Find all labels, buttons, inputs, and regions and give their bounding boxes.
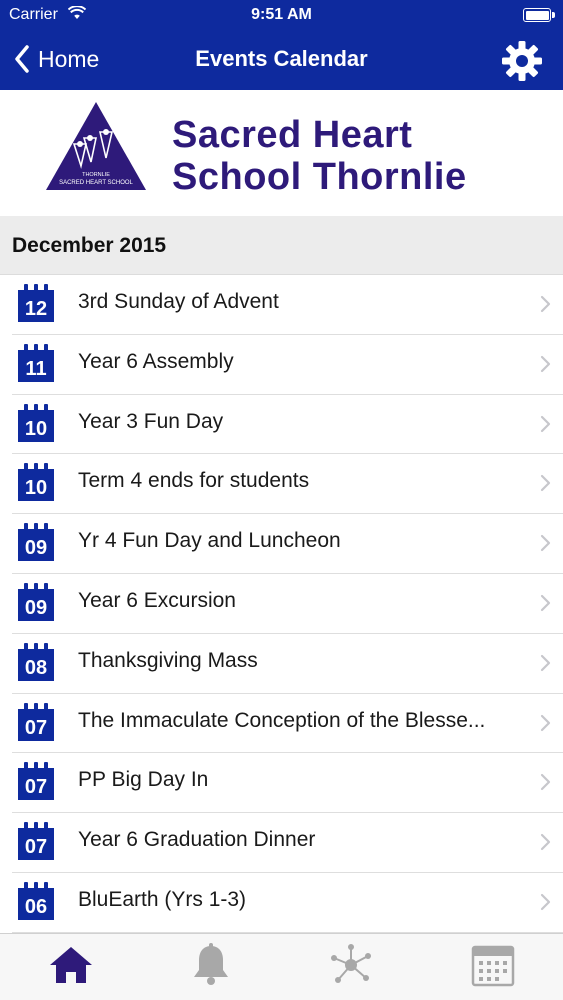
chevron-right-icon: [540, 774, 551, 791]
tab-network[interactable]: [326, 940, 376, 990]
calendar-date-icon: 10: [18, 463, 54, 502]
event-row[interactable]: 09 Year 6 Excursion: [12, 574, 563, 634]
chevron-right-icon: [540, 295, 551, 313]
status-time: 9:51 AM: [251, 6, 312, 23]
event-title: Year 6 Assembly: [78, 349, 234, 373]
bell-icon: [194, 943, 228, 985]
calendar-date-icon: 10: [18, 403, 54, 442]
chevron-right-icon: [540, 475, 551, 492]
school-banner: THORNLIE SACRED HEART SCHOOL Sacred Hear…: [0, 90, 563, 216]
event-row[interactable]: 07 Year 6 Graduation Dinner: [12, 813, 563, 873]
event-title: Thanksgiving Mass: [78, 648, 258, 672]
status-bar: Carrier 9:51 AM: [0, 0, 563, 32]
event-day: 10: [24, 477, 48, 500]
event-title: BluEarth (Yrs 1-3): [78, 887, 247, 911]
tab-calendar[interactable]: [468, 940, 518, 990]
event-day: 07: [24, 776, 48, 799]
event-row[interactable]: 07 PP Big Day In: [12, 753, 563, 814]
school-name-line2: School Thornlie: [172, 156, 467, 198]
event-row[interactable]: 09 Yr 4 Fun Day and Luncheon: [12, 514, 563, 574]
settings-button[interactable]: [501, 40, 543, 82]
event-day: 12: [24, 298, 48, 320]
event-title: Term 4 ends for students: [78, 469, 310, 493]
event-row[interactable]: 12 3rd Sunday of Advent: [12, 275, 563, 335]
event-row[interactable]: 10 Term 4 ends for students: [12, 454, 563, 515]
chevron-right-icon: [540, 654, 551, 671]
tab-home[interactable]: [46, 940, 96, 990]
page-title: Events Calendar: [195, 46, 368, 71]
event-row[interactable]: 06 BluEarth (Yrs 1-3): [12, 873, 563, 933]
gear-icon: [502, 41, 542, 81]
calendar-date-icon: 12: [18, 284, 54, 322]
calendar-date-icon: 11: [18, 343, 54, 382]
event-row[interactable]: 11 Year 6 Assembly: [12, 335, 563, 395]
school-logo: THORNLIE SACRED HEART SCHOOL: [44, 100, 148, 192]
calendar-date-icon: 07: [18, 762, 54, 801]
school-name-line1: Sacred Heart: [172, 114, 413, 156]
event-day: 07: [24, 716, 48, 739]
chevron-right-icon: [540, 535, 551, 552]
event-row[interactable]: 10 Year 3 Fun Day: [12, 395, 563, 455]
logo-text-bottom: SACRED HEART SCHOOL: [59, 180, 133, 186]
event-day: 10: [24, 417, 48, 440]
calendar-date-icon: 07: [18, 822, 54, 861]
month-section-header: December 2015: [0, 216, 563, 275]
tab-bar: [0, 933, 563, 1000]
chevron-right-icon: [540, 594, 551, 612]
battery-icon: [523, 8, 555, 22]
top-bar: Carrier 9:51 AM Home Events Calendar: [0, 0, 563, 90]
event-row[interactable]: 08 Thanksgiving Mass: [12, 634, 563, 694]
event-day: 06: [24, 895, 48, 918]
event-day: 08: [24, 656, 48, 679]
event-title: Year 3 Fun Day: [78, 409, 224, 433]
event-day: 09: [24, 596, 48, 619]
calendar-date-icon: 08: [18, 642, 54, 681]
event-title: The Immaculate Conception of the Blesse.…: [78, 708, 486, 732]
event-day: 09: [24, 537, 48, 560]
chevron-right-icon: [540, 714, 551, 731]
event-day: 07: [24, 836, 48, 859]
chevron-right-icon: [540, 415, 551, 432]
calendar-date-icon: 09: [18, 523, 54, 562]
event-day: 11: [25, 357, 47, 380]
calendar-date-icon: 09: [18, 582, 54, 621]
tab-notifications[interactable]: [186, 940, 236, 990]
calendar-icon: [471, 945, 515, 987]
event-title: PP Big Day In: [78, 768, 209, 792]
home-icon: [50, 947, 92, 983]
school-name: Sacred Heart School Thornlie: [172, 114, 467, 198]
event-title: Year 6 Excursion: [78, 588, 236, 612]
event-list[interactable]: 12 3rd Sunday of Advent 11 Year 6 Assembly 1…: [0, 275, 563, 933]
chevron-right-icon: [540, 893, 551, 911]
network-icon: [331, 944, 371, 983]
chevron-right-icon: [540, 355, 551, 372]
month-label: December 2015: [12, 234, 167, 257]
navigation-bar: Home Events Calendar: [0, 32, 563, 90]
event-title: Yr 4 Fun Day and Luncheon: [78, 529, 341, 553]
calendar-date-icon: 07: [18, 702, 54, 741]
chevron-right-icon: [540, 834, 551, 851]
event-title: 3rd Sunday of Advent: [78, 290, 279, 313]
logo-text-top: THORNLIE: [82, 172, 110, 178]
event-title: Year 6 Graduation Dinner: [78, 828, 316, 852]
event-row[interactable]: 07 The Immaculate Conception of the Bless…: [12, 694, 563, 754]
calendar-date-icon: 06: [18, 881, 54, 920]
